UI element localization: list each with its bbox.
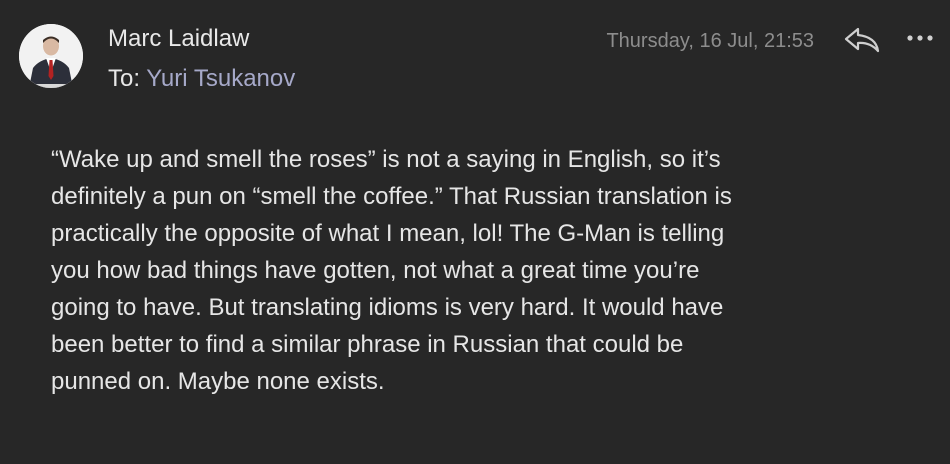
email-message-view: Marc Laidlaw To: Yuri Tsukanov Thursday,… [0,0,950,464]
sender-name[interactable]: Marc Laidlaw [108,24,249,54]
more-options-button[interactable] [900,22,940,54]
body-line: you how bad things have gotten, not what… [51,257,700,284]
reply-icon [844,27,880,53]
body-line: going to have. But translating idioms is… [51,294,724,321]
body-line: practically the opposite of what I mean,… [51,220,725,247]
body-line: definitely a pun on “smell the coffee.” … [51,183,732,210]
sender-avatar[interactable] [19,24,83,88]
message-timestamp: Thursday, 16 Jul, 21:53 [606,30,814,52]
more-options-icon [907,35,933,41]
recipient-name[interactable]: Yuri Tsukanov [146,65,295,92]
body-line: been better to find a similar phrase in … [51,331,684,358]
recipient-line: To: Yuri Tsukanov [108,64,295,94]
person-avatar-icon [19,24,83,88]
body-line: punned on. Maybe none exists. [51,368,385,395]
message-body: “Wake up and smell the roses” is not a s… [51,141,926,400]
body-line: “Wake up and smell the roses” is not a s… [51,146,721,173]
recipient-label: To: [108,65,141,92]
reply-button[interactable] [838,20,886,60]
